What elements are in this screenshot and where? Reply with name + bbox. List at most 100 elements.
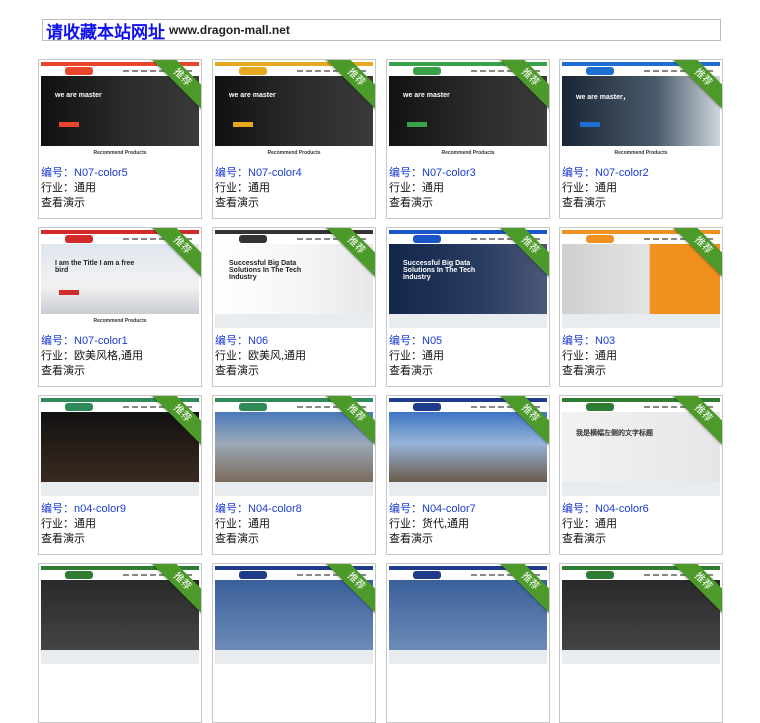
template-code[interactable]: 编号：N03 [562,334,617,349]
view-demo-link[interactable]: 查看演示 [562,364,617,379]
mock-hero [41,76,199,146]
mock-hero [215,412,373,482]
mock-hero-text: we are master [55,92,102,99]
mock-logo [65,571,93,579]
template-code[interactable]: 编号：N07-color2 [562,166,649,181]
card-meta: 编号：N07-color4 行业：通用查看演示 [215,166,302,211]
template-code[interactable]: 编号：N04-color8 [215,502,302,517]
template-card[interactable]: Successful Big Data Solutions In The Tec… [212,227,376,387]
template-code[interactable]: 编号：N07-color1 [41,334,143,349]
mock-logo [413,403,441,411]
mock-footer: Recommend Products [562,146,720,160]
mock-hero [215,580,373,650]
mock-logo [65,403,93,411]
mock-logo [239,67,267,75]
mock-hero-button [580,122,600,127]
template-card[interactable]: 推荐 [559,563,723,723]
mock-hero [41,580,199,650]
template-card[interactable]: 推荐 编号：N04-color8 行业：通用 查看演示 [212,395,376,555]
template-card[interactable]: we are master Recommend Products 推荐 编号：N07-… [38,59,202,219]
template-code[interactable]: 编号：N04-color6 [562,502,649,517]
template-card[interactable]: 推荐 编号：N04-color7 行业：货代,通用 查看演示 [386,395,550,555]
view-demo-link[interactable]: 查看演示 [41,196,128,211]
card-meta: 编号：N07-color2 行业：通用查看演示 [562,166,649,211]
mock-hero-text: 我是横幅左侧的文字标题 [576,430,653,437]
mock-logo [586,67,614,75]
template-code[interactable]: 编号：N06 [215,334,306,349]
template-card[interactable]: 推荐 编号：N03 行业：通用 查看演示 [559,227,723,387]
mock-footer: Recommend Products [41,146,199,160]
mock-hero [215,76,373,146]
mock-hero-button [59,122,79,127]
view-demo-link[interactable]: 查看演示 [562,532,649,547]
view-demo-link[interactable]: 查看演示 [389,532,476,547]
card-meta: 编号：N04-color8 行业：通用查看演示 [215,502,302,547]
card-meta: 编号：N07-color1 行业：欧美风格,通用 查看演示 [41,334,143,379]
mock-footer: Recommend Products [41,314,199,328]
template-code[interactable]: 编号：n04-color9 [41,502,126,517]
template-industry: 行业：通用 [215,182,270,194]
template-industry: 行业：货代,通用 [389,518,470,530]
mock-footer-label: Recommend Products [267,150,321,156]
template-card[interactable]: Successful Big Data Solutions In The Tec… [386,227,550,387]
template-card[interactable]: we are master Recommend Products 推荐 编号：N07-… [386,59,550,219]
card-meta: 编号：N04-color7 行业：货代,通用 查看演示 [389,502,476,547]
template-card[interactable]: we are master， Recommend Products 推荐 编号：N07… [559,59,723,219]
view-demo-link[interactable]: 查看演示 [215,532,302,547]
mock-logo [239,403,267,411]
mock-logo [586,235,614,243]
card-meta: 编号：N07-color3 行业：通用查看演示 [389,166,476,211]
template-card[interactable]: 推荐 [38,563,202,723]
template-code[interactable]: 编号：N07-color3 [389,166,476,181]
mock-logo [586,403,614,411]
view-demo-link[interactable]: 查看演示 [562,196,649,211]
mock-hero-button [407,122,427,127]
template-industry: 行业：通用 [389,182,444,194]
card-meta: 编号：N05 行业：通用 查看演示 [389,334,444,379]
mock-hero-text: we are master [403,92,450,99]
mock-logo [239,235,267,243]
mock-logo [239,571,267,579]
mock-footer: Recommend Products [215,146,373,160]
mock-logo [413,235,441,243]
mock-logo [65,235,93,243]
mock-hero [562,76,720,146]
template-industry: 行业：通用 [215,518,270,530]
template-card[interactable]: 推荐 [386,563,550,723]
template-industry: 行业：欧美风,通用 [215,350,307,362]
mock-hero [41,244,199,314]
view-demo-link[interactable]: 查看演示 [215,364,306,379]
template-card[interactable]: we are master Recommend Products 推荐 编号：N07-… [212,59,376,219]
template-industry: 行业：通用 [562,182,617,194]
view-demo-link[interactable]: 查看演示 [389,196,476,211]
mock-hero [562,580,720,650]
mock-hero-text: we are master， [576,94,630,101]
template-code[interactable]: 编号：N07-color4 [215,166,302,181]
template-code[interactable]: 编号：N04-color7 [389,502,476,517]
mock-logo [413,67,441,75]
site-url[interactable]: www.dragon-mall.net [169,23,290,37]
view-demo-link[interactable]: 查看演示 [389,364,444,379]
template-industry: 行业：通用 [41,518,96,530]
mock-hero-text: Successful Big Data Solutions In The Tec… [229,260,302,281]
card-meta: 编号：N07-color5 行业：通用 查看演示 [41,166,128,211]
template-code[interactable]: 编号：N05 [389,334,444,349]
mock-hero [41,412,199,482]
card-meta: 编号：N04-color6 行业：通用 查看演示 [562,502,649,547]
mock-footer: Recommend Products [389,146,547,160]
card-meta: 编号：n04-color9 行业：通用查看演示 [41,502,126,547]
template-code[interactable]: 编号：N07-color5 [41,166,128,181]
view-demo-link[interactable]: 查看演示 [215,196,302,211]
view-demo-link[interactable]: 查看演示 [41,532,126,547]
mock-hero-text: Successful Big Data Solutions In The Tec… [403,260,476,281]
view-demo-link[interactable]: 查看演示 [41,364,143,379]
site-banner: 请收藏本站网址 www.dragon-mall.net [42,19,721,42]
template-card[interactable]: 推荐 编号：n04-color9 行业：通用 查看演示 [38,395,202,555]
template-card[interactable]: 推荐 [212,563,376,723]
mock-hero-button [59,290,79,295]
template-card[interactable]: 我是横幅左侧的文字标题 推荐 编号：N04-color6 行业：通用 查看演示 [559,395,723,555]
card-meta: 编号：N06 行业：欧美风,通用 查看演示 [215,334,306,379]
mock-footer-label: Recommend Products [93,318,147,324]
template-card[interactable]: I am the Title I am a free bird Recommend… [38,227,202,387]
template-industry: 行业：欧美风格,通用 [41,350,144,362]
